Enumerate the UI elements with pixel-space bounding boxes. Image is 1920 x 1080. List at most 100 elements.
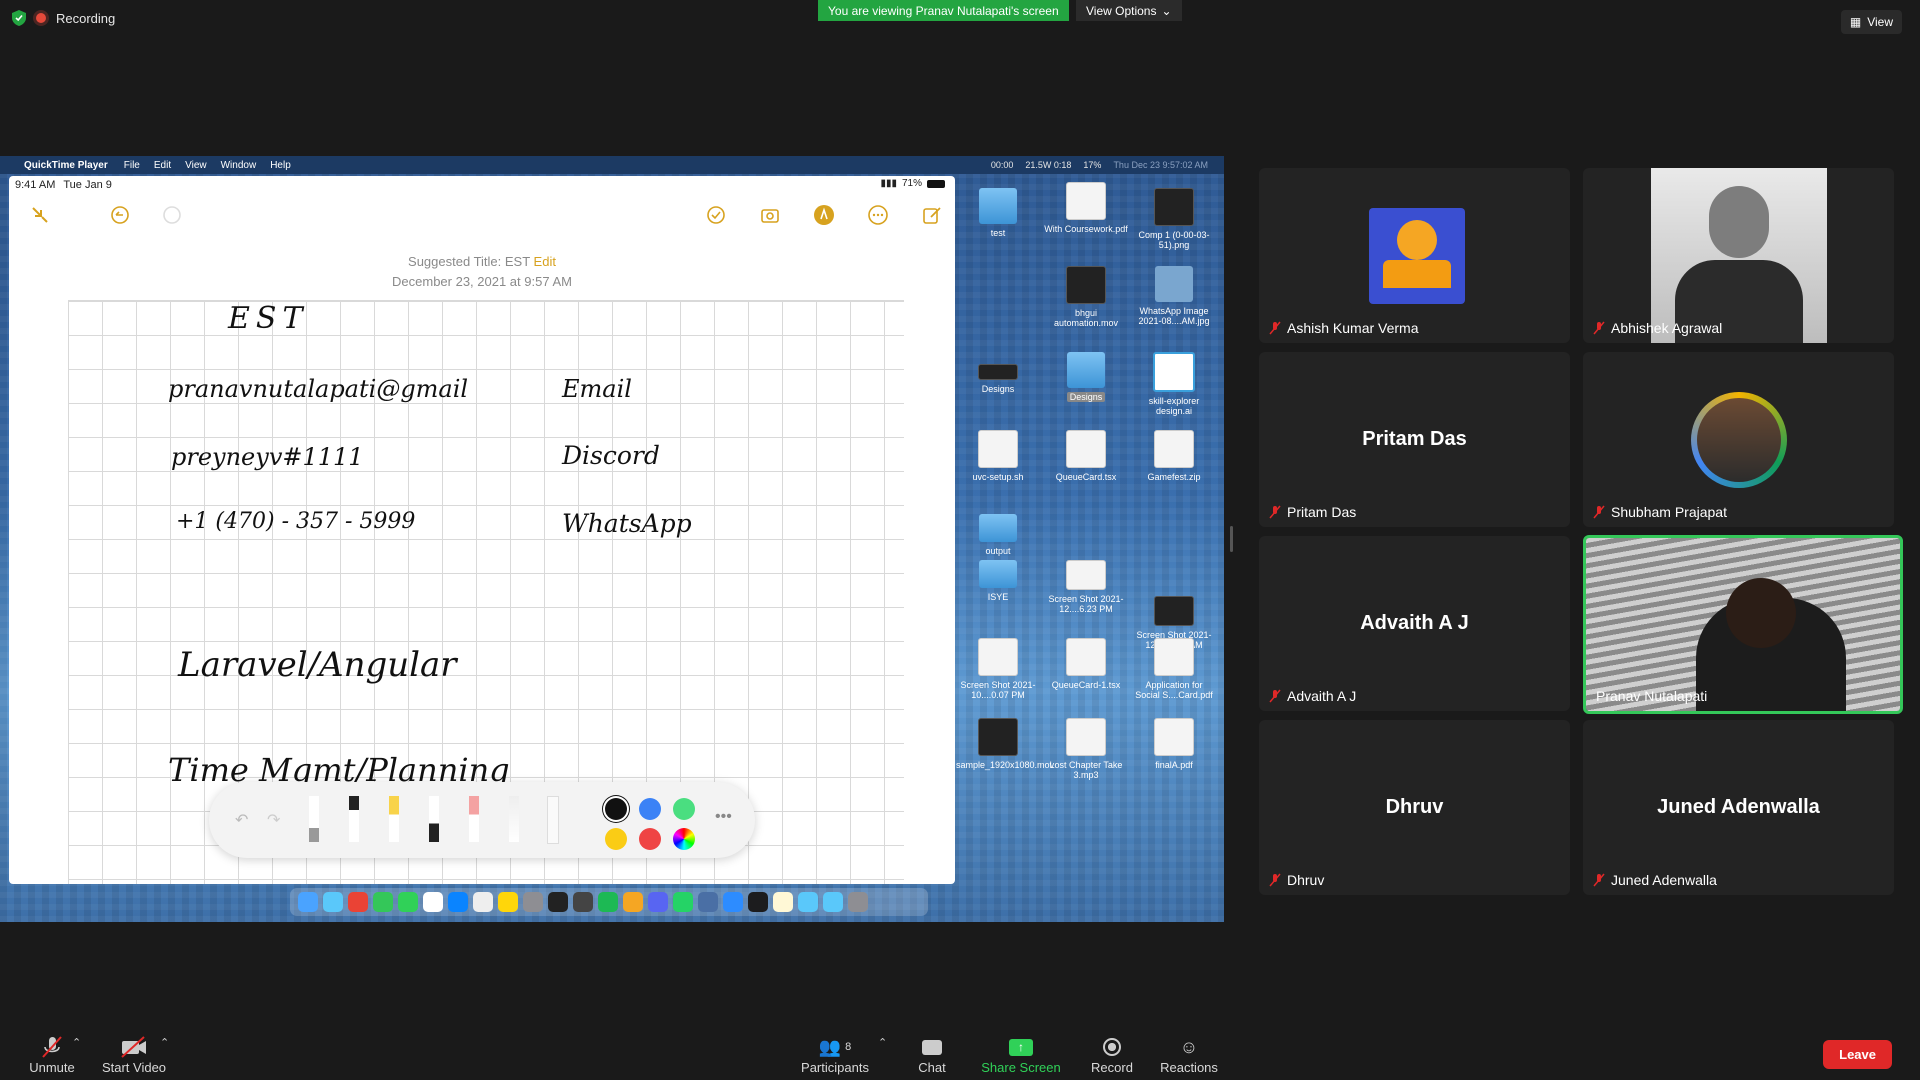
participant-tile[interactable]: Dhruv Dhruv — [1259, 720, 1570, 895]
compose-icon[interactable] — [921, 204, 943, 226]
color-picker-swatch[interactable] — [673, 828, 695, 850]
desktop-icon[interactable]: WhatsApp Image 2021-08....AM.jpg — [1132, 266, 1216, 326]
discord-icon[interactable] — [648, 892, 668, 912]
collapse-icon[interactable] — [29, 204, 51, 226]
view-button[interactable]: ▦ View — [1840, 10, 1902, 34]
participant-tile[interactable]: Shubham Prajapat — [1583, 352, 1894, 527]
participants-options-chevron-icon[interactable]: ⌃ — [878, 1036, 887, 1049]
activity-icon[interactable] — [573, 892, 593, 912]
participants-button[interactable]: 👥 8 Participants — [798, 1034, 872, 1076]
participant-tile[interactable]: Juned Adenwalla Juned Adenwalla — [1583, 720, 1894, 895]
preview-icon[interactable] — [698, 892, 718, 912]
eraser-tool-icon[interactable] — [469, 796, 479, 842]
audio-options-chevron-icon[interactable]: ⌃ — [72, 1036, 81, 1049]
pencil-tool-icon[interactable] — [429, 796, 439, 842]
highlighter-tool-icon[interactable] — [389, 796, 399, 842]
spotify-icon[interactable] — [598, 892, 618, 912]
desktop-icon[interactable]: Screen Shot 2021-12....6.23 PM — [1044, 560, 1128, 614]
marker-tool-icon[interactable] — [349, 796, 359, 842]
checklist-icon[interactable] — [705, 204, 727, 226]
mic-muted-icon — [42, 1036, 62, 1058]
avatar-person-icon — [1397, 220, 1437, 260]
participant-tile[interactable]: Abhishek Agrawal — [1583, 168, 1894, 343]
handwriting-stack: Laravel/Angular — [178, 645, 457, 685]
chrome-icon[interactable] — [348, 892, 368, 912]
desktop-icon[interactable]: output — [956, 514, 1040, 556]
participant-tile-active-speaker[interactable]: Pranav Nutalapati — [1583, 535, 1903, 714]
undo-icon[interactable] — [109, 204, 131, 226]
stickies-icon[interactable] — [773, 892, 793, 912]
finder-icon[interactable] — [298, 892, 318, 912]
whatsapp-icon[interactable] — [673, 892, 693, 912]
notes-icon[interactable] — [498, 892, 518, 912]
quicktime-icon[interactable] — [748, 892, 768, 912]
view-options-button[interactable]: View Options ⌄ — [1076, 0, 1182, 21]
reactions-icon: ☺ — [1179, 1036, 1199, 1057]
messages-icon[interactable] — [373, 892, 393, 912]
participant-display-name: Dhruv — [1385, 796, 1444, 818]
desktop-icon[interactable]: QueueCard-1.tsx — [1044, 638, 1128, 690]
facetime-icon[interactable] — [398, 892, 418, 912]
pen-tool-icon[interactable] — [309, 796, 319, 842]
unmute-button[interactable]: Unmute — [26, 1034, 78, 1075]
color-green-swatch[interactable] — [673, 798, 695, 820]
desktop-icon[interactable]: Screen Shot 2021-10....0.07 PM — [956, 638, 1040, 700]
desktop-icon[interactable]: Application for Social S....Card.pdf — [1132, 638, 1216, 700]
undo-icon[interactable]: ↶ — [235, 810, 248, 830]
participant-tile[interactable]: Ashish Kumar Verma — [1259, 168, 1570, 343]
more-tools-icon[interactable]: ••• — [715, 808, 732, 826]
share-screen-button[interactable]: ↑ Share Screen — [978, 1034, 1064, 1075]
desktop-icon[interactable]: test — [956, 188, 1040, 238]
desktop-icon[interactable]: bhgui automation.mov — [1044, 266, 1128, 328]
desktop-icon[interactable]: skill-explorer design.ai — [1132, 352, 1216, 416]
desktop-icon[interactable]: sample_1920x1080.mov — [956, 718, 1054, 770]
markup-icon[interactable] — [813, 204, 835, 226]
edit-title-link[interactable]: Edit — [534, 254, 556, 269]
desktop-icon[interactable]: Designs — [1044, 352, 1128, 402]
downloads-icon[interactable] — [798, 892, 818, 912]
record-icon — [1103, 1038, 1121, 1056]
chat-button[interactable]: Chat — [912, 1034, 952, 1075]
color-black-swatch[interactable] — [605, 798, 627, 820]
desktop-icon[interactable]: With Coursework.pdf — [1044, 182, 1128, 234]
video-head — [1726, 578, 1796, 648]
app-store-icon[interactable] — [448, 892, 468, 912]
safari-icon[interactable] — [323, 892, 343, 912]
video-options-chevron-icon[interactable]: ⌃ — [160, 1036, 169, 1049]
avatar-photo — [1697, 398, 1781, 482]
color-red-swatch[interactable] — [639, 828, 661, 850]
status-recording-time: 00:00 — [990, 160, 1014, 170]
avatar-laptop-icon — [1383, 260, 1451, 288]
participant-tile[interactable]: Pritam Das Pritam Das — [1259, 352, 1570, 527]
folder-icon[interactable] — [823, 892, 843, 912]
reactions-button[interactable]: ☺ Reactions — [1158, 1034, 1220, 1076]
desktop-icon[interactable]: ISYE — [956, 560, 1040, 602]
participant-tile[interactable]: Advaith A J Advaith A J — [1259, 536, 1570, 711]
mic-muted-icon — [1269, 321, 1281, 335]
sketch-icon[interactable] — [623, 892, 643, 912]
more-icon[interactable] — [867, 204, 889, 226]
lasso-tool-icon[interactable] — [509, 796, 519, 842]
color-blue-swatch[interactable] — [639, 798, 661, 820]
settings-icon[interactable] — [523, 892, 543, 912]
redo-icon[interactable]: ↷ — [267, 810, 280, 830]
panel-splitter[interactable] — [1230, 526, 1233, 552]
ruler-tool-icon[interactable] — [547, 796, 559, 844]
desktop-icon[interactable]: QueueCard.tsx — [1044, 430, 1128, 482]
trash-icon[interactable] — [848, 892, 868, 912]
desktop-icon[interactable]: uvc-setup.sh — [956, 430, 1040, 482]
terminal-icon[interactable] — [548, 892, 568, 912]
camera-icon[interactable] — [759, 204, 781, 226]
leave-button[interactable]: Leave — [1823, 1040, 1892, 1069]
redo-icon[interactable] — [161, 204, 183, 226]
desktop-icon[interactable]: finalA.pdf — [1132, 718, 1216, 770]
textedit-icon[interactable] — [473, 892, 493, 912]
desktop-icon[interactable]: Comp 1 (0-00-03-51).png — [1132, 188, 1216, 250]
desktop-icon[interactable]: Gamefest.zip — [1132, 430, 1216, 482]
color-yellow-swatch[interactable] — [605, 828, 627, 850]
desktop-icon[interactable]: Designs — [956, 352, 1040, 394]
desktop-icon[interactable]: Lost Chapter Take 3.mp3 — [1044, 718, 1128, 780]
zoom-icon[interactable] — [723, 892, 743, 912]
calendar-icon[interactable] — [423, 892, 443, 912]
record-button[interactable]: Record — [1088, 1034, 1136, 1075]
